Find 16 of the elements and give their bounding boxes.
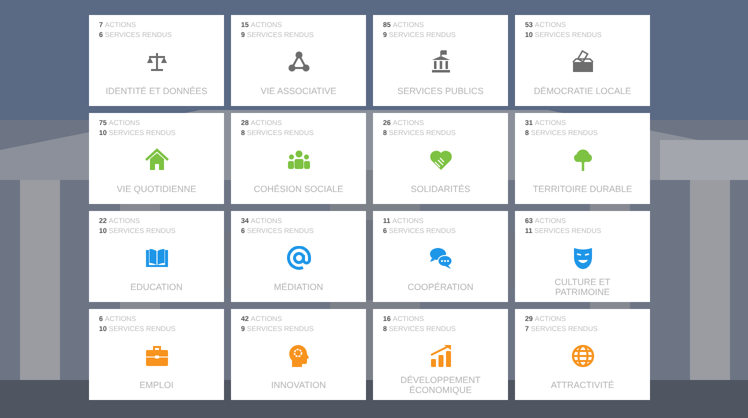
category-title: VIE ASSOCIATIVE	[260, 86, 336, 96]
category-title: INNOVATION	[271, 380, 326, 390]
category-title: IDENTITÉ ET DONNÉES	[106, 86, 208, 96]
category-title: EMPLOI	[139, 380, 174, 390]
category-title: DÉVELOPPEMENT ÉCONOMIQUE	[399, 374, 482, 394]
category-title: TERRITOIRE DURABLE	[532, 184, 632, 194]
category-title: MÉDIATION	[274, 282, 324, 292]
category-title: CULTURE ET PATRIMOINE	[554, 276, 612, 296]
category-title: SERVICES PUBLICS	[397, 86, 484, 96]
category-title: COHÉSION SOCIALE	[254, 184, 344, 194]
category-title: EDUCATION	[130, 282, 183, 292]
category-title: SOLIDARITÉS	[410, 184, 470, 194]
category-title: ATTRACTIVITÉ	[550, 380, 614, 390]
category-title: DÉMOCRATIE LOCALE	[534, 86, 632, 96]
category-title: COOPÉRATION	[408, 282, 474, 292]
category-title: VIE QUOTIDIENNE	[116, 184, 196, 194]
